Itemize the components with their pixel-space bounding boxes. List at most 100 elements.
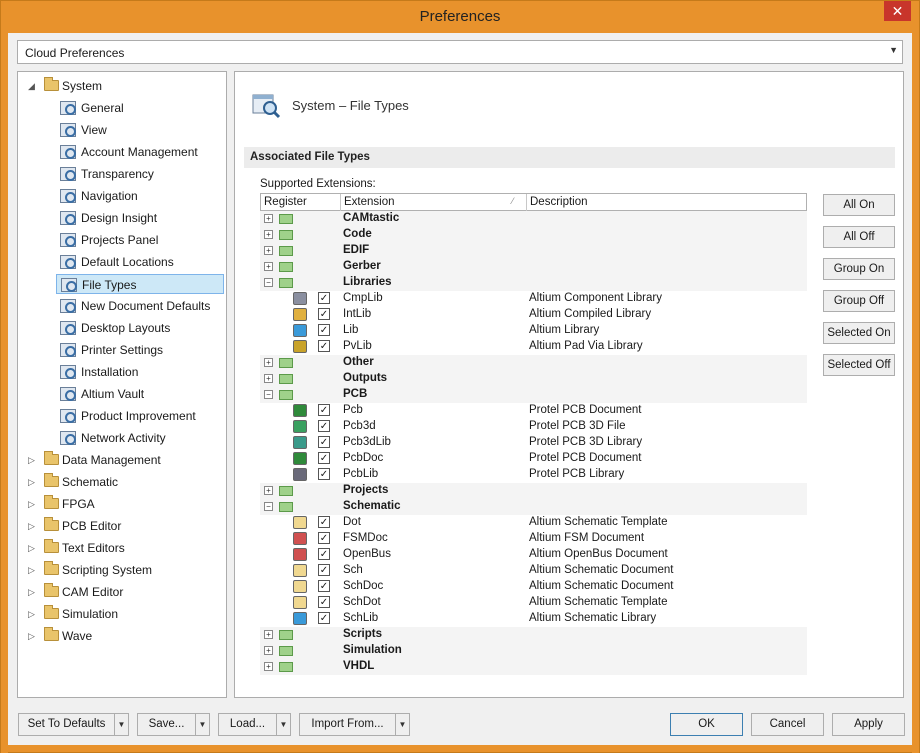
expanded-arrow-icon[interactable]: ◢ xyxy=(28,76,35,96)
cancel-button[interactable]: Cancel xyxy=(751,713,824,736)
column-register[interactable]: Register xyxy=(264,196,307,208)
collapsed-arrow-icon[interactable]: ▷ xyxy=(28,604,35,624)
tree-item-design-insight[interactable]: Design Insight xyxy=(56,208,224,228)
column-divider[interactable] xyxy=(526,194,527,211)
expand-icon[interactable]: + xyxy=(264,358,273,367)
tree-item-system[interactable]: ◢ System xyxy=(22,76,222,96)
register-checkbox[interactable]: ✓ xyxy=(318,468,330,480)
collapsed-arrow-icon[interactable]: ▷ xyxy=(28,494,35,514)
register-checkbox[interactable]: ✓ xyxy=(318,516,330,528)
column-description[interactable]: Description xyxy=(530,196,588,208)
expand-icon[interactable]: + xyxy=(264,646,273,655)
file-type-row[interactable]: ✓ Pcb3d Protel PCB 3D File xyxy=(260,419,807,435)
chevron-down-icon[interactable]: ▼ xyxy=(276,714,290,735)
register-checkbox[interactable]: ✓ xyxy=(318,308,330,320)
file-type-row[interactable]: ✓ PvLib Altium Pad Via Library xyxy=(260,339,807,355)
register-checkbox[interactable]: ✓ xyxy=(318,452,330,464)
column-extension[interactable]: Extension xyxy=(344,196,395,208)
collapsed-arrow-icon[interactable]: ▷ xyxy=(28,582,35,602)
cloud-preferences-dropdown[interactable]: Cloud Preferences ▼ xyxy=(17,40,903,64)
group-row[interactable]: + CAMtastic xyxy=(260,211,807,227)
close-button[interactable]: ✕ xyxy=(884,1,911,21)
file-type-row[interactable]: ✓ Pcb3dLib Protel PCB 3D Library xyxy=(260,435,807,451)
group-row[interactable]: + Simulation xyxy=(260,643,807,659)
tree-item-pcb-editor[interactable]: ▷ PCB Editor xyxy=(22,516,222,536)
collapse-icon[interactable]: − xyxy=(264,502,273,511)
file-type-row[interactable]: ✓ Lib Altium Library xyxy=(260,323,807,339)
collapse-icon[interactable]: − xyxy=(264,390,273,399)
collapse-icon[interactable]: − xyxy=(264,278,273,287)
collapsed-arrow-icon[interactable]: ▷ xyxy=(28,626,35,646)
expand-icon[interactable]: + xyxy=(264,214,273,223)
register-checkbox[interactable]: ✓ xyxy=(318,404,330,416)
register-checkbox[interactable]: ✓ xyxy=(318,436,330,448)
expand-icon[interactable]: + xyxy=(264,486,273,495)
group-off-button[interactable]: Group Off xyxy=(823,290,895,312)
collapsed-arrow-icon[interactable]: ▷ xyxy=(28,472,35,492)
expand-icon[interactable]: + xyxy=(264,230,273,239)
collapsed-arrow-icon[interactable]: ▷ xyxy=(28,538,35,558)
import-from-button[interactable]: Import From... ▼ xyxy=(299,713,410,736)
file-type-row[interactable]: ✓ SchLib Altium Schematic Library xyxy=(260,611,807,627)
tree-item-view[interactable]: View xyxy=(56,120,224,140)
register-checkbox[interactable]: ✓ xyxy=(318,612,330,624)
tree-item-schematic[interactable]: ▷ Schematic xyxy=(22,472,222,492)
load-button[interactable]: Load... ▼ xyxy=(218,713,291,736)
register-checkbox[interactable]: ✓ xyxy=(318,548,330,560)
group-row[interactable]: + Gerber xyxy=(260,259,807,275)
file-type-row[interactable]: ✓ CmpLib Altium Component Library xyxy=(260,291,807,307)
expand-icon[interactable]: + xyxy=(264,662,273,671)
expand-icon[interactable]: + xyxy=(264,262,273,271)
tree-item-simulation[interactable]: ▷ Simulation xyxy=(22,604,222,624)
file-type-row[interactable]: ✓ Pcb Protel PCB Document xyxy=(260,403,807,419)
register-checkbox[interactable]: ✓ xyxy=(318,324,330,336)
tree-item-text-editors[interactable]: ▷ Text Editors xyxy=(22,538,222,558)
expand-icon[interactable]: + xyxy=(264,630,273,639)
file-type-row[interactable]: ✓ PcbDoc Protel PCB Document xyxy=(260,451,807,467)
group-row[interactable]: + EDIF xyxy=(260,243,807,259)
group-row[interactable]: − Libraries xyxy=(260,275,807,291)
collapsed-arrow-icon[interactable]: ▷ xyxy=(28,450,35,470)
register-checkbox[interactable]: ✓ xyxy=(318,564,330,576)
tree-item-wave[interactable]: ▷ Wave xyxy=(22,626,222,646)
tree-item-navigation[interactable]: Navigation xyxy=(56,186,224,206)
tree-item-data-management[interactable]: ▷ Data Management xyxy=(22,450,222,470)
file-type-row[interactable]: ✓ SchDoc Altium Schematic Document xyxy=(260,579,807,595)
column-divider[interactable] xyxy=(340,194,341,211)
register-checkbox[interactable]: ✓ xyxy=(318,292,330,304)
register-checkbox[interactable]: ✓ xyxy=(318,340,330,352)
tree-item-network-activity[interactable]: Network Activity xyxy=(56,428,224,448)
file-type-row[interactable]: ✓ FSMDoc Altium FSM Document xyxy=(260,531,807,547)
file-type-row[interactable]: ✓ Dot Altium Schematic Template xyxy=(260,515,807,531)
ok-button[interactable]: OK xyxy=(670,713,743,736)
preferences-tree[interactable]: ◢ System General View Account Management Tran… xyxy=(17,71,227,698)
register-checkbox[interactable]: ✓ xyxy=(318,596,330,608)
collapsed-arrow-icon[interactable]: ▷ xyxy=(28,516,35,536)
tree-item-default-locations[interactable]: Default Locations xyxy=(56,252,224,272)
tree-item-fpga[interactable]: ▷ FPGA xyxy=(22,494,222,514)
tree-item-general[interactable]: General xyxy=(56,98,224,118)
tree-item-projects-panel[interactable]: Projects Panel xyxy=(56,230,224,250)
file-type-row[interactable]: ✓ SchDot Altium Schematic Template xyxy=(260,595,807,611)
file-type-row[interactable]: ✓ IntLib Altium Compiled Library xyxy=(260,307,807,323)
register-checkbox[interactable]: ✓ xyxy=(318,420,330,432)
chevron-down-icon[interactable]: ▼ xyxy=(195,714,209,735)
file-type-row[interactable]: ✓ Sch Altium Schematic Document xyxy=(260,563,807,579)
chevron-down-icon[interactable]: ▼ xyxy=(114,714,128,735)
chevron-down-icon[interactable]: ▼ xyxy=(395,714,409,735)
all-off-button[interactable]: All Off xyxy=(823,226,895,248)
tree-item-installation[interactable]: Installation xyxy=(56,362,224,382)
group-row[interactable]: + Projects xyxy=(260,483,807,499)
selected-off-button[interactable]: Selected Off xyxy=(823,354,895,376)
tree-item-new-document-defaults[interactable]: New Document Defaults xyxy=(56,296,224,316)
group-row[interactable]: + Scripts xyxy=(260,627,807,643)
group-row[interactable]: + Code xyxy=(260,227,807,243)
file-types-grid[interactable]: Register Extension ⁄ Description + CAMtas… xyxy=(260,193,807,680)
tree-item-file-types[interactable]: File Types xyxy=(56,274,224,294)
set-to-defaults-button[interactable]: Set To Defaults ▼ xyxy=(18,713,129,736)
group-row[interactable]: + Other xyxy=(260,355,807,371)
tree-item-cam-editor[interactable]: ▷ CAM Editor xyxy=(22,582,222,602)
group-row[interactable]: + VHDL xyxy=(260,659,807,675)
selected-on-button[interactable]: Selected On xyxy=(823,322,895,344)
save-button[interactable]: Save... ▼ xyxy=(137,713,210,736)
